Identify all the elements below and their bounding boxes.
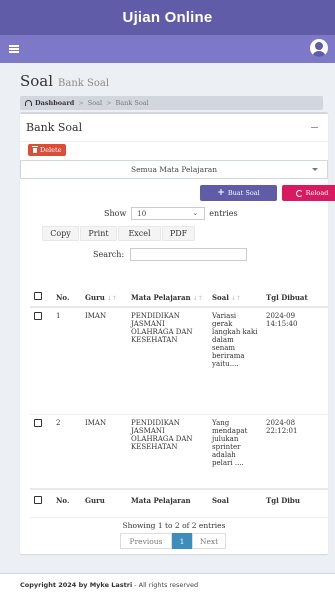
cell-mapel: PENDIDIKAN JASMANI OLAHRAGA DAN KESEHATA… [127,307,208,415]
pagination: Previous 1 Next [120,533,226,549]
cell-time: 14:15:40 [266,320,298,328]
row-checkbox[interactable] [34,312,42,320]
collapse-icon[interactable] [311,127,318,129]
table-footer-row: No. Guru Mata Pelajaran Soal Tgl Dibu [30,488,328,518]
top-navbar [0,35,335,63]
cell-time: 22:12:01 [266,426,298,435]
footer-no: No. [52,488,81,518]
cell-guru: IMAN [81,307,127,415]
row-checkbox[interactable] [34,418,42,427]
app-title-bar: Ujian Online [0,0,335,35]
cell-guru: IMAN [81,414,127,490]
menu-toggle-icon[interactable] [9,45,19,53]
cell-soal: Variasi gerak langkah kaki dalam senam b… [208,307,262,415]
box-title: Bank Soal [26,121,83,134]
cell-tgl: 2024-08 22:12:01 [262,414,328,490]
header-no[interactable]: No. [52,267,81,308]
table-info: Showing 1 to 2 of 2 entries [122,521,226,530]
rights-text: - All rights reserved [132,581,199,589]
pagination-page-1[interactable]: 1 [172,533,192,549]
plus-icon: + [217,188,225,198]
breadcrumb-soal[interactable]: Soal [88,99,102,107]
copyright-text: Copyright 2024 by Myke Lastri [20,581,133,589]
entries-select[interactable]: 10 ⌄ [131,207,206,220]
breadcrumb: Dashboard > Soal > Bank Soal [20,96,323,110]
footer-soal: Soal [208,488,262,518]
select-all-checkbox[interactable] [34,292,42,300]
export-buttons: Copy Print Excel PDF [42,226,196,241]
breadcrumb-bank-soal: Bank Soal [115,99,149,107]
table-row: 1 IMAN PENDIDIKAN JASMANI OLAHRAGA DAN K… [30,307,328,415]
subject-filter-select[interactable]: Semua Mata Pelajaran [20,160,328,179]
cell-date: 2024-09 [266,312,296,320]
entries-label: entries [209,209,238,218]
footer-mapel: Mata Pelajaran [127,488,208,518]
header-guru[interactable]: Guru ↓↑ [81,267,127,308]
select-all-cell [30,267,52,308]
cell-mapel: PENDIDIKAN JASMANI OLAHRAGA DAN KESEHATA… [127,414,208,490]
chevron-down-icon: ⌄ [192,209,199,217]
user-avatar-icon[interactable] [310,39,328,57]
sort-icon: ↓↑ [230,295,241,302]
pagination-previous[interactable]: Previous [120,533,172,549]
delete-label: Delete [40,146,62,154]
table-row: 2 IMAN PENDIDIKAN JASMANI OLAHRAGA DAN K… [30,414,328,490]
add-question-label: Buat Soal [227,189,260,197]
page-title: Soal Bank Soal [20,72,323,90]
cell-no: 1 [52,307,81,415]
print-button[interactable]: Print [80,226,117,241]
page-title-text: Soal [20,72,54,90]
caret-down-icon [312,168,318,171]
trash-icon [32,145,38,153]
cell-tgl: 2024-09 14:15:40 [262,307,328,415]
cell-soal: Yang mendapat julukan sprinter adalah pe… [208,414,262,490]
dashboard-icon [25,100,32,106]
breadcrumb-separator: > [78,99,84,107]
search-input[interactable] [130,248,248,261]
reload-button[interactable]: Reload [282,185,335,201]
table-header-row: No. Guru ↓↑ Mata Pelajaran ↓↑ Soal ↓↑ Tgl D… [30,267,328,308]
search-control: Search: [93,248,248,261]
sort-icon: ↓↑ [192,295,203,302]
header-mapel[interactable]: Mata Pelajaran ↓↑ [127,267,208,308]
pagination-next[interactable]: Next [192,533,226,549]
page-footer: Copyright 2024 by Myke Lastri - All righ… [0,573,335,595]
breadcrumb-dashboard[interactable]: Dashboard [35,99,74,107]
header-tgl[interactable]: Tgl Dibuat [262,267,328,308]
header-soal[interactable]: Soal ↓↑ [208,267,262,308]
reload-label: Reload [305,189,329,197]
questions-table: No. Guru ↓↑ Mata Pelajaran ↓↑ Soal ↓↑ Tgl D… [30,267,328,518]
footer-select-cell [30,488,52,518]
row-select-cell [30,414,52,490]
content-header: Soal Bank Soal Dashboard > Soal > Bank S… [0,63,335,110]
add-question-button[interactable]: + Buat Soal [200,185,277,201]
footer-checkbox[interactable] [34,496,42,504]
cell-no: 2 [52,414,81,490]
bank-soal-box: Bank Soal Delete Semua Mata Pelajaran + … [20,112,335,554]
footer-tgl: Tgl Dibu [262,488,328,518]
delete-button[interactable]: Delete [28,144,67,156]
subject-filter-value: Semua Mata Pelajaran [130,165,218,174]
row-select-cell [30,307,52,415]
cell-date: 2024-08 [266,418,296,427]
pdf-button[interactable]: PDF [162,226,195,241]
page-subtitle: Bank Soal [58,78,110,89]
show-label: Show [104,209,127,218]
breadcrumb-separator: > [106,99,112,107]
entries-length-control: Show 10 ⌄ entries [104,207,238,220]
copy-button[interactable]: Copy [42,226,79,241]
app-title: Ujian Online [122,9,213,26]
excel-button[interactable]: Excel [118,226,161,241]
box-header: Bank Soal [20,114,328,142]
refresh-icon [295,189,303,197]
sort-icon: ↓↑ [106,295,117,302]
footer-guru: Guru [81,488,127,518]
search-label: Search: [93,250,125,259]
entries-value: 10 [137,209,147,218]
